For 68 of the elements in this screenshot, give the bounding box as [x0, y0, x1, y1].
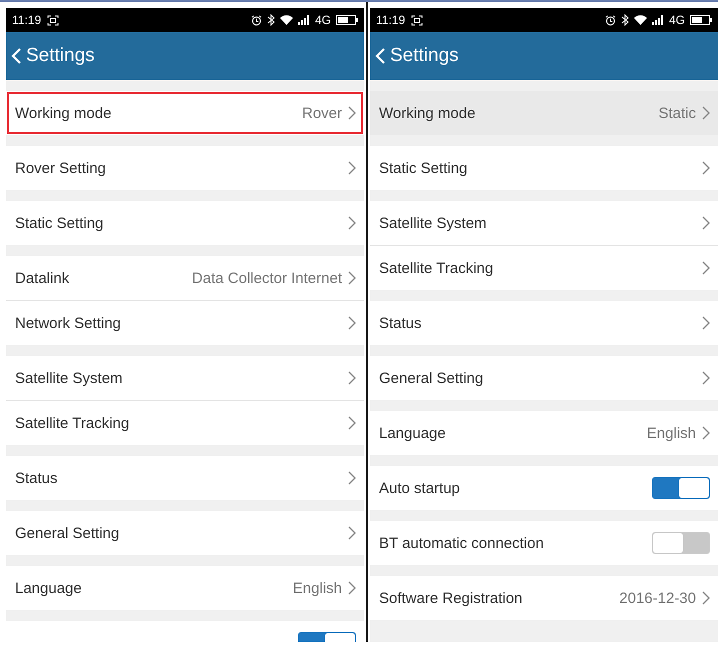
- status-time: 11:19: [12, 13, 42, 27]
- chevron-right-icon: [702, 426, 710, 440]
- toggle-switch[interactable]: [652, 477, 710, 499]
- chevron-right-icon: [348, 106, 356, 120]
- row-label: Static Setting: [379, 160, 468, 176]
- row-label: Language: [379, 424, 446, 442]
- alarm-icon: [250, 14, 262, 26]
- row-label: Satellite Tracking: [379, 260, 494, 276]
- row-label: Software Registration: [379, 590, 522, 606]
- row-label: Status: [15, 470, 58, 486]
- bluetooth-icon: [620, 14, 629, 26]
- row-label: Status: [379, 314, 422, 332]
- row-value: Static: [658, 104, 696, 122]
- chevron-right-icon: [702, 591, 710, 605]
- chevron-right-icon: [348, 581, 356, 595]
- row-label: General Setting: [379, 370, 484, 386]
- signal-icon: [298, 15, 310, 25]
- toggle-switch[interactable]: [652, 532, 710, 554]
- row-label: Satellite System: [379, 214, 487, 232]
- wifi-icon: [280, 15, 293, 25]
- header-title: Settings: [26, 45, 95, 67]
- chevron-right-icon: [348, 371, 356, 385]
- settings-row[interactable]: Working mode Static: [370, 91, 718, 135]
- chevron-right-icon: [348, 161, 356, 175]
- row-value: English: [646, 424, 696, 442]
- row-value: 2016-12-30: [619, 590, 696, 606]
- alarm-icon: [604, 14, 616, 26]
- row-label: Working mode: [379, 104, 476, 122]
- chevron-right-icon: [702, 216, 710, 230]
- row-label: Network Setting: [15, 314, 121, 332]
- row-label: Rover Setting: [15, 160, 106, 176]
- battery-icon: [690, 15, 712, 25]
- screenshot-icon: [411, 14, 424, 26]
- chevron-right-icon: [348, 416, 356, 430]
- chevron-right-icon: [348, 271, 356, 285]
- wifi-icon: [634, 15, 647, 25]
- chevron-right-icon: [348, 471, 356, 485]
- bluetooth-icon: [266, 14, 275, 26]
- battery-icon: [336, 15, 358, 25]
- network-type: 4G: [314, 13, 331, 27]
- screenshot-icon: [47, 14, 60, 26]
- row-value: Data Collector Internet: [192, 270, 342, 286]
- chevron-right-icon: [702, 371, 710, 385]
- row-label: BT automatic connection: [379, 534, 544, 552]
- row-label: Datalink: [15, 270, 70, 286]
- back-icon[interactable]: [374, 47, 386, 65]
- chevron-right-icon: [348, 526, 356, 540]
- row-value: English: [292, 580, 342, 596]
- row-label: Static Setting: [15, 214, 104, 232]
- chevron-right-icon: [702, 161, 710, 175]
- settings-row[interactable]: Working mode Rover: [6, 91, 364, 135]
- chevron-right-icon: [348, 316, 356, 330]
- row-label: Working mode: [15, 104, 112, 122]
- row-value: Rover: [302, 104, 342, 122]
- row-label: Auto startup: [379, 480, 460, 496]
- row-label: Satellite System: [15, 370, 123, 386]
- header-title: Settings: [390, 45, 459, 67]
- row-label: General Setting: [15, 524, 120, 542]
- row-label: Language: [15, 580, 82, 596]
- chevron-right-icon: [702, 106, 710, 120]
- chevron-right-icon: [702, 261, 710, 275]
- network-type: 4G: [668, 13, 685, 27]
- status-time: 11:19: [376, 13, 406, 27]
- row-label: Satellite Tracking: [15, 414, 130, 432]
- signal-icon: [652, 15, 664, 25]
- chevron-right-icon: [702, 316, 710, 330]
- back-icon[interactable]: [10, 47, 22, 65]
- chevron-right-icon: [348, 216, 356, 230]
